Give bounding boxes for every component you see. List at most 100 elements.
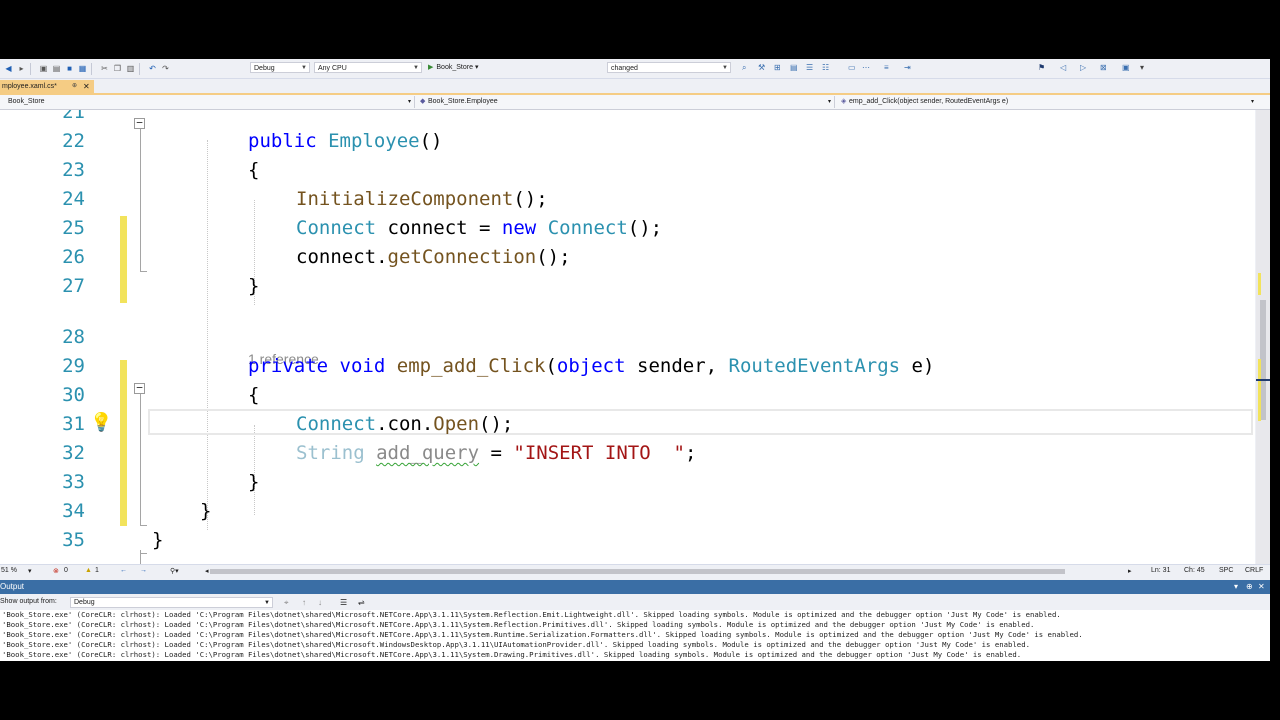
code-line-25[interactable]: connect.getConnection(); [0, 214, 1255, 268]
configuration-select[interactable]: Debug ▼ [250, 62, 310, 73]
chevron-down-icon: ▼ [722, 65, 728, 71]
more-icon[interactable]: ⋯ [862, 63, 870, 72]
back-icon[interactable]: ◀ [4, 64, 13, 73]
redo-icon[interactable]: ↷ [161, 64, 170, 73]
find-combo[interactable]: changed ▼ [607, 62, 731, 73]
paste-icon[interactable]: ▥ [126, 64, 135, 73]
brush-icon[interactable]: ⚲▾ [170, 567, 179, 575]
open-file-icon[interactable]: ▤ [52, 64, 61, 73]
next-message-icon[interactable]: ↓ [318, 598, 322, 607]
navigation-bar: Book_Store ▾ ◆ Book_Store.Employee ▾ ◈ emp… [0, 95, 1270, 110]
tools-icon[interactable]: ⚒ [758, 63, 765, 72]
chevron-down-icon: ▾ [407, 99, 411, 105]
chevron-down-icon: ▼ [301, 65, 307, 71]
output-source-value: Debug [74, 599, 95, 606]
chevron-down-icon: ▼ [413, 65, 419, 71]
code-line-22[interactable]: { [0, 127, 1255, 181]
column-indicator: Ch: 45 [1184, 567, 1205, 574]
error-count[interactable]: 0 [64, 567, 68, 574]
close-icon[interactable]: ✕ [1258, 580, 1265, 594]
caret-marker [1256, 379, 1270, 381]
bookmark-flag-icon[interactable]: ⚑ [1038, 63, 1045, 72]
overflow-icon[interactable]: ▾ [1140, 63, 1144, 72]
find-in-files-icon[interactable]: ⌕ [742, 63, 746, 73]
output-line: 'Book_Store.exe' (CoreCLR: clrhost): Loa… [2, 640, 1030, 649]
dropdown-icon[interactable]: ▾ [1234, 580, 1238, 594]
output-text[interactable]: 'Book_Store.exe' (CoreCLR: clrhost): Loa… [0, 610, 1270, 661]
clear-all-icon[interactable]: ☰ [340, 598, 347, 607]
uncomment-icon[interactable]: ☷ [822, 63, 829, 72]
scroll-left-icon[interactable]: ◂ [205, 567, 209, 575]
layout-icon[interactable]: ▤ [790, 63, 798, 72]
pin-icon[interactable]: ⊕ [1246, 580, 1253, 594]
close-icon[interactable]: ✕ [83, 80, 90, 93]
project-dropdown[interactable]: Book_Store ▾ [0, 96, 415, 108]
copy-icon[interactable]: ❐ [113, 64, 122, 73]
code-line-32[interactable]: } [0, 439, 1255, 493]
code-line-33[interactable]: } [0, 468, 1255, 522]
bookmark-icon[interactable]: ⊞ [774, 63, 781, 72]
code-line-31[interactable]: String add_query = "INSERT INTO "; [0, 410, 1255, 464]
comment-icon[interactable]: ☰ [806, 63, 813, 72]
next-bookmark-icon[interactable]: ▷ [1080, 63, 1086, 72]
show-output-label: Show output from: [0, 598, 57, 605]
code-line-30[interactable]: Connect.con.Open(); [0, 381, 1255, 435]
nav-back-icon[interactable]: ← [120, 567, 127, 574]
tab-employee-xaml-cs[interactable]: mployee.xaml.cs* ⊕ ✕ [0, 80, 94, 93]
word-wrap-icon[interactable]: ⇌ [358, 598, 365, 607]
scroll-right-icon[interactable]: ▸ [1128, 567, 1132, 575]
horizontal-scrollbar-thumb[interactable] [210, 569, 1065, 574]
indent-icon[interactable]: ⇥ [904, 63, 911, 72]
zoom-level[interactable]: 51 % [1, 567, 17, 574]
pin-icon[interactable]: ⊕ [72, 80, 77, 93]
prev-bookmark-icon[interactable]: ◁ [1060, 63, 1066, 72]
clear-bookmark-icon[interactable]: ⊠ [1100, 63, 1107, 72]
class-dropdown[interactable]: ◆ Book_Store.Employee ▾ [418, 96, 835, 108]
code-text: } [248, 275, 260, 297]
member-dropdown[interactable]: ◈ emp_add_Click(object sender, RoutedEven… [839, 96, 1257, 108]
output-line: 'Book_Store.exe' (CoreCLR: clrhost): Loa… [2, 620, 1035, 629]
line-indicator: Ln: 31 [1151, 567, 1171, 574]
prev-message-icon[interactable]: ↑ [302, 598, 306, 607]
forward-icon[interactable]: ▸ [17, 64, 26, 73]
undo-icon[interactable]: ↶ [148, 64, 157, 73]
platform-value: Any CPU [318, 65, 347, 72]
output-line: 'Book_Store.exe' (CoreCLR: clrhost): Loa… [2, 630, 1083, 639]
code-line-21[interactable]: public Employee() [0, 110, 1255, 152]
code-line-24[interactable]: Connect connect = new Connect(); [0, 185, 1255, 239]
warning-icon: ▲ [85, 567, 92, 574]
save-icon[interactable]: ■ [65, 64, 74, 73]
cut-icon[interactable]: ✂ [100, 64, 109, 73]
output-source-select[interactable]: Debug ▼ [70, 597, 273, 608]
code-line-26[interactable]: } [0, 243, 1255, 297]
change-marker [1258, 273, 1261, 295]
format-icon[interactable]: ≡ [884, 63, 889, 72]
start-debug-button[interactable]: ▶ Book_Store ▾ [428, 62, 478, 73]
chevron-down-icon: ▾ [474, 64, 479, 71]
output-line: 'Book_Store.exe' (CoreCLR: clrhost): Loa… [2, 610, 1061, 619]
change-marker [1258, 359, 1261, 421]
code-line-34[interactable]: } [0, 497, 1255, 551]
find-message-icon[interactable]: ⌖ [284, 598, 289, 608]
chevron-down-icon: ▾ [827, 99, 831, 105]
nav-forward-icon[interactable]: → [140, 567, 147, 574]
dropdown-arrow-icon[interactable]: ▾ [28, 567, 32, 575]
chevron-down-icon: ▾ [1250, 99, 1254, 105]
code-line-28[interactable]: private void emp_add_Click(object sender… [0, 323, 1255, 377]
new-project-icon[interactable]: ▣ [39, 64, 48, 73]
code-line-23[interactable]: InitializeComponent(); [0, 156, 1255, 210]
save-all-icon[interactable]: ▦ [78, 64, 87, 73]
warning-count[interactable]: 1 [95, 567, 99, 574]
platform-select[interactable]: Any CPU ▼ [314, 62, 422, 73]
code-editor[interactable]: − − 💡 21 22 23 24 25 26 27 28 29 30 31 3… [0, 110, 1255, 565]
editor-vertical-scrollbar[interactable] [1256, 110, 1270, 565]
code-line-29[interactable]: { [0, 352, 1255, 406]
output-toolbar: Show output from: Debug ▼ ⌖ ↑ ↓ ☰ ⇌ [0, 595, 1270, 610]
configuration-value: Debug [254, 65, 275, 72]
error-icon: ⊗ [53, 568, 59, 575]
bookmark-window-icon[interactable]: ▣ [1122, 63, 1130, 72]
window-icon[interactable]: ▭ [848, 63, 856, 72]
code-line-35[interactable] [0, 526, 1255, 555]
project-name: Book_Store [8, 98, 45, 105]
line-ending-indicator[interactable]: CRLF [1245, 567, 1263, 574]
